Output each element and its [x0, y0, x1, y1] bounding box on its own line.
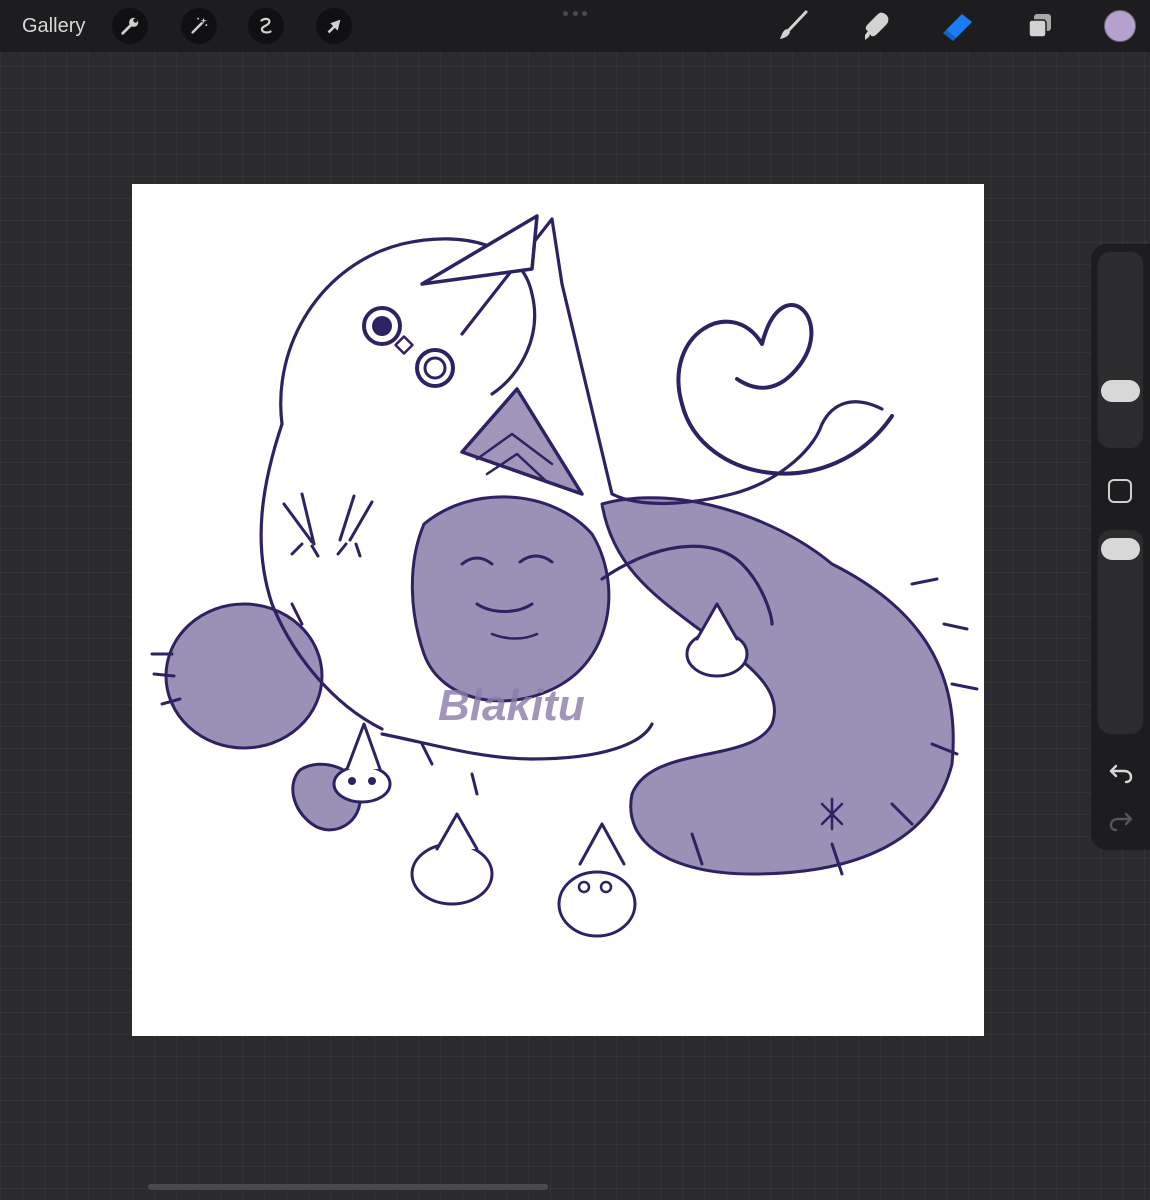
transform-arrow-icon — [327, 19, 341, 34]
drawing-canvas[interactable]: Blakitu — [132, 184, 984, 1036]
artwork: Blakitu — [150, 214, 979, 938]
layers-icon — [1028, 14, 1051, 38]
layers-button[interactable] — [1020, 6, 1060, 46]
brush-tool-button[interactable] — [773, 6, 813, 46]
selection-icon — [260, 17, 272, 34]
top-toolbar: Gallery — [0, 0, 1150, 52]
brush-icon — [780, 10, 808, 39]
selection-button[interactable] — [248, 8, 284, 44]
eraser-tool-button[interactable] — [938, 6, 978, 46]
opacity-slider[interactable] — [1098, 530, 1143, 734]
brush-size-thumb[interactable] — [1101, 380, 1140, 402]
actions-button[interactable] — [112, 8, 148, 44]
eraser-icon — [943, 14, 972, 41]
modify-button[interactable] — [1108, 479, 1132, 503]
brush-size-slider[interactable] — [1098, 252, 1143, 448]
transform-button[interactable] — [316, 8, 352, 44]
opacity-thumb[interactable] — [1101, 538, 1140, 560]
magic-wand-icon — [191, 17, 208, 34]
scroll-indicator — [148, 1184, 548, 1190]
side-toolbar — [1091, 244, 1150, 850]
adjustments-button[interactable] — [181, 8, 217, 44]
color-picker-button[interactable] — [1104, 10, 1136, 42]
toolbar-grabber[interactable] — [563, 11, 587, 17]
gallery-button[interactable]: Gallery — [22, 13, 85, 39]
undo-icon[interactable] — [1108, 759, 1134, 785]
wrench-icon — [121, 17, 139, 35]
smudge-icon — [865, 12, 889, 40]
watermark-text: Blakitu — [438, 681, 585, 730]
redo-icon[interactable] — [1108, 807, 1134, 833]
smudge-tool-button[interactable] — [856, 6, 896, 46]
